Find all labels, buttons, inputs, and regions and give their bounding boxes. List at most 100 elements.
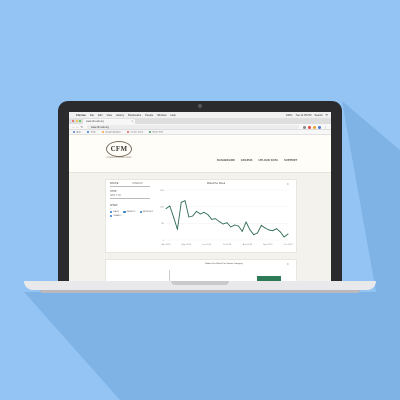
data-point[interactable] [234, 224, 236, 226]
data-point[interactable] [257, 232, 258, 234]
data-point[interactable] [218, 221, 220, 223]
web-page: CFM CITIZENS FOR MODERN TRANSIT DASHBOAR… [69, 135, 331, 283]
data-point[interactable] [176, 228, 178, 230]
profile-avatar[interactable] [318, 125, 321, 129]
bookmark-sheet[interactable]: Sheet Shift [149, 130, 163, 133]
tab-title: www.cfm-ark.org [86, 120, 104, 124]
radio-dot-icon [139, 211, 142, 214]
data-point[interactable] [287, 233, 289, 235]
data-point[interactable] [230, 226, 232, 228]
x-tick-label: Apr 2019 [162, 243, 172, 246]
station-chart-card: Riders Per Week Per Station Category ≡ [105, 259, 297, 283]
menu-view[interactable]: View [106, 114, 112, 117]
data-point[interactable] [279, 231, 281, 233]
menu-history[interactable]: History [116, 114, 124, 117]
browser-menu-icon[interactable]: ⋮ [324, 125, 327, 129]
period-radio-group-2: YEARLY [110, 215, 122, 218]
menu-file[interactable]: File [90, 114, 94, 117]
site-logo[interactable]: CFM [106, 141, 132, 157]
laptop-base [24, 281, 376, 290]
radio-weekly[interactable]: WEEKLY [123, 211, 136, 214]
data-point[interactable] [215, 218, 217, 220]
camera-icon [198, 104, 202, 108]
data-point[interactable] [268, 229, 270, 231]
menu-edit[interactable]: Edit [98, 114, 102, 117]
minimize-window-icon[interactable] [75, 120, 78, 123]
nav-graphs[interactable]: GRAPHS [241, 159, 253, 162]
data-point[interactable] [241, 230, 243, 232]
y-tick-label: 10K [160, 206, 164, 208]
bookmark-trend[interactable]: Cmeta Trend [127, 130, 143, 133]
menu-help[interactable]: Help [170, 114, 175, 117]
battery-status: 100% [285, 113, 293, 117]
radio-yearly[interactable]: YEARLY [110, 215, 122, 218]
bookmark-trello[interactable]: Trello [87, 130, 96, 133]
extension-icon-3[interactable] [313, 125, 316, 129]
reload-icon[interactable]: ↻ [81, 125, 84, 129]
close-window-icon[interactable] [72, 120, 75, 123]
menu-people[interactable]: People [145, 114, 153, 117]
radio-daily[interactable]: DAILY [110, 211, 119, 214]
data-point[interactable] [253, 234, 255, 236]
stop-label: STOP [110, 190, 117, 193]
y-tick-label: 0 [163, 240, 165, 242]
data-point[interactable] [196, 210, 197, 212]
tab-close-icon[interactable]: × [131, 120, 133, 123]
nav-support[interactable]: SUPPORT [284, 159, 297, 162]
back-icon[interactable]: ← [72, 125, 75, 129]
data-point[interactable] [237, 225, 239, 227]
filter-panel: ROUTE OVERLAY STOP APR 1 TO SHOW DAILY W… [110, 182, 153, 242]
chart-card: ROUTE OVERLAY STOP APR 1 TO SHOW DAILY W… [105, 179, 297, 253]
data-point[interactable] [184, 200, 186, 202]
data-point[interactable] [272, 230, 274, 232]
laptop-notch [171, 281, 229, 285]
data-point[interactable] [192, 215, 194, 217]
data-point[interactable] [249, 229, 251, 231]
spotlight-search[interactable]: Search [314, 114, 322, 117]
radio-dot-icon [123, 211, 126, 214]
stop-input[interactable]: APR 1 TO [110, 194, 121, 197]
data-point[interactable] [165, 208, 167, 210]
series-line [165, 200, 289, 238]
data-point[interactable] [173, 216, 175, 218]
data-point[interactable] [276, 228, 278, 230]
x-tick-label: Sep 2019 [263, 244, 273, 246]
route-select[interactable]: OVERLAY [132, 182, 143, 185]
data-point[interactable] [260, 224, 262, 226]
laptop-lid: Chrome File Edit View History Bookmarks … [58, 101, 342, 283]
bookmark-analytics[interactable]: Google Analytics [101, 130, 121, 133]
data-point[interactable] [245, 221, 247, 223]
maximize-window-icon[interactable] [79, 120, 82, 123]
data-point[interactable] [207, 214, 209, 216]
logo-subtitle: CITIZENS FOR MODERN TRANSIT [106, 158, 132, 159]
address-bar[interactable]: www.cfm-ark.org [87, 125, 299, 129]
bookmark-apps[interactable]: Apps [73, 130, 81, 133]
data-point[interactable] [283, 236, 285, 238]
extension-icon-1[interactable] [303, 125, 306, 129]
nav-upload-data[interactable]: UPLOAD DATA [258, 159, 278, 162]
data-point[interactable] [264, 227, 266, 229]
site-header: CFM CITIZENS FOR MODERN TRANSIT DASHBOAR… [69, 135, 331, 173]
y-tick-label: 5K [161, 223, 164, 225]
data-point[interactable] [203, 211, 205, 213]
data-point[interactable] [226, 222, 228, 224]
data-point[interactable] [188, 216, 190, 218]
data-point[interactable] [180, 201, 182, 203]
data-point[interactable] [169, 205, 171, 207]
menu-window[interactable]: Window [157, 114, 166, 117]
data-point[interactable] [222, 223, 224, 225]
forward-icon[interactable]: → [76, 125, 79, 129]
station-chart-menu-icon[interactable]: ≡ [287, 262, 289, 266]
nav-dashboard[interactable]: DASHBOARD [217, 159, 235, 162]
extension-icon-2[interactable] [308, 125, 311, 129]
menu-list-icon[interactable]: ☰ [326, 114, 328, 117]
x-tick-label: May 2019 [182, 244, 192, 246]
line-chart: 15K 10K 5K 0Apr 2019 May 2019 Jun 2019 Jul 201… [160, 189, 293, 246]
data-point[interactable] [211, 218, 213, 220]
data-point[interactable] [199, 213, 201, 215]
analytics-icon [101, 130, 104, 133]
menu-bookmarks[interactable]: Bookmarks [128, 114, 141, 117]
x-tick-label: Aug 2019 [243, 243, 253, 246]
menu-chrome[interactable]: Chrome [76, 114, 86, 117]
show-label: SHOW [110, 204, 118, 207]
